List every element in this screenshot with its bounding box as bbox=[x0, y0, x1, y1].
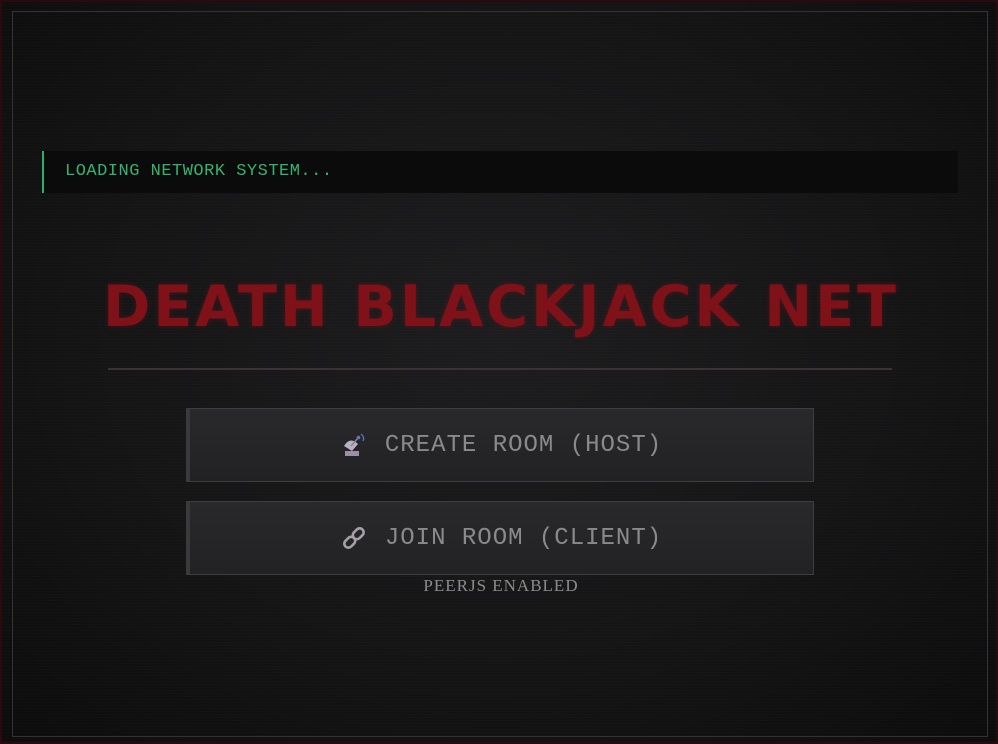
join-room-label: JOIN ROOM (CLIENT) bbox=[384, 524, 663, 552]
status-bar: LOADING NETWORK SYSTEM... bbox=[42, 151, 958, 193]
game-title: DEATH BLACKJACK NET bbox=[103, 274, 899, 340]
create-room-button[interactable]: CREATE ROOM (HOST) bbox=[186, 408, 814, 482]
inner-frame bbox=[12, 11, 988, 737]
peerjs-status-note: PEERJS ENABLED bbox=[423, 576, 579, 595]
join-room-button[interactable]: JOIN ROOM (CLIENT) bbox=[186, 501, 814, 575]
satellite-antenna-icon bbox=[341, 432, 367, 458]
status-text: LOADING NETWORK SYSTEM... bbox=[65, 162, 333, 181]
link-icon bbox=[341, 525, 367, 551]
title-divider bbox=[108, 368, 892, 370]
create-room-label: CREATE ROOM (HOST) bbox=[384, 431, 663, 459]
app-window: LOADING NETWORK SYSTEM... DEATH BLACKJAC… bbox=[0, 0, 998, 744]
